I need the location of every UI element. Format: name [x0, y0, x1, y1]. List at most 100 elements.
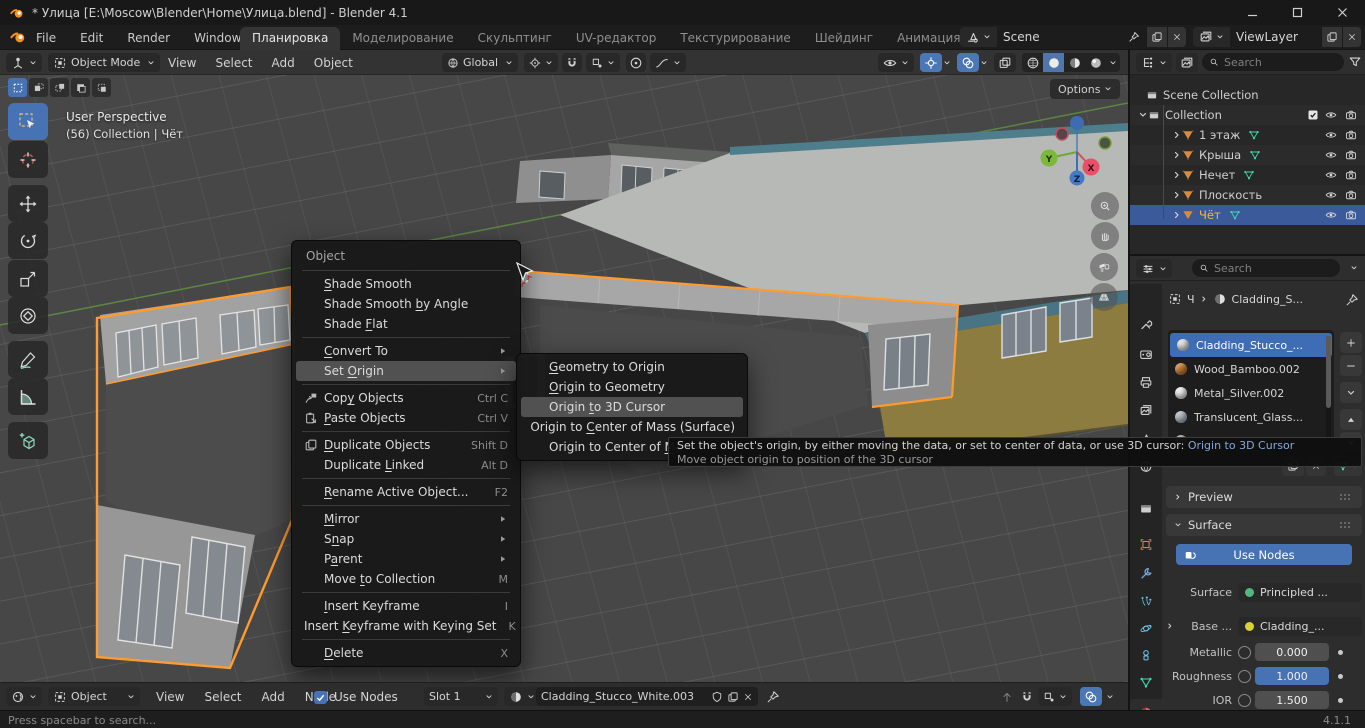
submenu-item-origin-to-3d-cursor[interactable]: Origin to 3D Cursor [521, 397, 743, 417]
properties-tab-collection[interactable] [1130, 495, 1162, 521]
shader-type-dropdown[interactable]: Object [48, 687, 140, 706]
camera-icon[interactable] [1345, 189, 1357, 201]
slot-dropdown[interactable]: Slot 1 [424, 687, 498, 706]
camera-icon[interactable] [1345, 129, 1357, 141]
chevron-down-icon[interactable] [1109, 59, 1117, 67]
outliner-row-Крыша[interactable]: Крыша [1130, 145, 1365, 165]
field-slider[interactable]: 1.000 [1255, 667, 1329, 685]
zoom-tool-button[interactable] [1091, 192, 1119, 220]
viewport-menu-select[interactable]: Select [215, 56, 252, 70]
options-button[interactable]: Options [1050, 79, 1120, 99]
pin-icon[interactable] [1345, 293, 1359, 307]
viewlayer-remove-button[interactable] [1342, 27, 1361, 47]
editor-type-button[interactable] [6, 53, 42, 72]
editor-divider[interactable] [1128, 50, 1130, 710]
snap-target-dropdown[interactable] [586, 53, 620, 72]
field-value-chip[interactable]: Cladding_... [1238, 617, 1362, 636]
chevron-down-icon[interactable] [1138, 110, 1148, 120]
use-nodes-checkbox[interactable]: Use Nodes [314, 690, 398, 704]
falloff-dropdown[interactable] [650, 53, 686, 72]
field-slider[interactable]: 1.500 [1255, 691, 1329, 709]
select-mode-button[interactable] [8, 78, 27, 97]
menu-item-file[interactable]: File [36, 31, 56, 45]
menu-item-edit[interactable]: Edit [80, 31, 103, 45]
menu-item-duplicate-linked[interactable]: Duplicate LinkedAlt D [296, 455, 516, 475]
app-menu-icon[interactable] [10, 29, 26, 45]
submenu-item-origin-to-center-of-mass-surface[interactable]: Origin to Center of Mass (Surface) [521, 417, 743, 437]
select-mode-button[interactable] [71, 78, 90, 97]
outliner-row-Scene Collection[interactable]: Scene Collection [1130, 85, 1365, 105]
tool-rotate[interactable] [8, 222, 48, 259]
magnet-icon[interactable] [1020, 690, 1034, 704]
keyframe-dot[interactable] [1338, 674, 1343, 679]
minimize-button[interactable] [1230, 0, 1275, 25]
proportional-edit-toggle[interactable] [626, 53, 646, 72]
scene-type-button[interactable] [960, 27, 997, 47]
camera-icon[interactable] [1345, 209, 1357, 221]
shader-editor-type-button[interactable] [6, 687, 42, 706]
menu-item-shade-smooth[interactable]: Shade Smooth [296, 274, 516, 294]
menu-item-window[interactable]: Window [194, 31, 241, 45]
properties-tab-object[interactable] [1130, 531, 1162, 557]
workspace-tab[interactable]: Шейдинг [803, 27, 885, 50]
outliner-row-1 этаж[interactable]: 1 этаж [1130, 125, 1365, 145]
properties-tab-physics[interactable] [1130, 615, 1162, 641]
field-value-chip[interactable]: Principled ... [1238, 583, 1362, 602]
select-mode-button[interactable] [92, 78, 111, 97]
material-slot[interactable]: Metal_Silver.002 [1168, 381, 1334, 405]
properties-tab-constraints[interactable] [1130, 642, 1162, 668]
outliner-display-mode-button[interactable] [1176, 53, 1198, 72]
workspace-tab[interactable]: Планировка [240, 27, 340, 50]
menu-item-duplicate-objects[interactable]: Duplicate ObjectsShift D [296, 435, 516, 455]
close-button[interactable] [1320, 0, 1365, 25]
camera-view-button[interactable] [1090, 253, 1118, 281]
outliner-editor-type-button[interactable] [1136, 53, 1172, 72]
shader-menu-view[interactable]: View [156, 690, 184, 704]
eye-icon[interactable] [1325, 189, 1337, 201]
slot-scrollbar[interactable] [1326, 336, 1331, 440]
viewlayer-type-button[interactable] [1193, 27, 1230, 47]
field-slider[interactable]: 0.000 [1255, 643, 1329, 661]
perspective-toggle-button[interactable] [1090, 283, 1118, 311]
viewlayer-name-field[interactable]: ViewLayer [1230, 27, 1321, 47]
keyframe-dot[interactable] [1338, 698, 1343, 703]
chevron-right-icon[interactable] [1166, 622, 1174, 630]
material-browse-dropdown[interactable] [504, 687, 540, 706]
menu-item-shade-flat[interactable]: Shade Flat [296, 314, 516, 334]
menu-item-copy-objects[interactable]: Copy ObjectsCtrl C [296, 388, 516, 408]
shield-icon[interactable] [711, 691, 723, 703]
scene-name-field[interactable]: Scene [997, 27, 1146, 47]
properties-search-input[interactable]: Search [1192, 259, 1340, 277]
menu-item-parent[interactable]: Parent [296, 549, 516, 569]
checkbox-icon[interactable] [1307, 109, 1319, 121]
mode-dropdown[interactable]: Object Mode [48, 53, 160, 72]
material-name-field[interactable]: Cladding_Stucco_White.003 [536, 687, 758, 706]
pin-icon[interactable] [766, 690, 780, 704]
menu-item-snap[interactable]: Snap [296, 529, 516, 549]
surface-panel-header[interactable]: Surface [1166, 514, 1362, 536]
properties-tab-material[interactable] [1130, 699, 1162, 710]
select-mode-button[interactable] [29, 78, 48, 97]
chevron-down-icon[interactable] [980, 59, 988, 67]
tool-cursor[interactable] [8, 141, 48, 178]
shader-overlays-toggle[interactable] [1080, 687, 1102, 706]
viewlayer-copy-button[interactable] [1321, 27, 1342, 47]
snap-node-dropdown[interactable] [1038, 687, 1072, 706]
eye-icon[interactable] [1325, 149, 1337, 161]
parent-node-tree-icon[interactable] [1000, 690, 1014, 704]
submenu-item-origin-to-geometry[interactable]: Origin to Geometry [521, 377, 743, 397]
visibility-dropdown[interactable] [878, 53, 914, 72]
outliner-search-input[interactable]: Search [1202, 53, 1344, 71]
maximize-button[interactable] [1275, 0, 1320, 25]
properties-editor-type-button[interactable] [1136, 259, 1172, 278]
eye-icon[interactable] [1325, 209, 1337, 221]
chevron-down-icon[interactable] [943, 59, 951, 67]
chevron-right-icon[interactable] [1172, 190, 1182, 200]
workspace-tab[interactable]: Моделирование [340, 27, 465, 50]
properties-tab-particles[interactable] [1130, 588, 1162, 614]
tool-transform[interactable] [8, 297, 48, 334]
chevron-right-icon[interactable] [1172, 170, 1182, 180]
workspace-tab[interactable]: Скульптинг [466, 27, 564, 50]
slot-specials-button[interactable] [1340, 382, 1362, 403]
snap-toggle[interactable] [562, 53, 582, 72]
